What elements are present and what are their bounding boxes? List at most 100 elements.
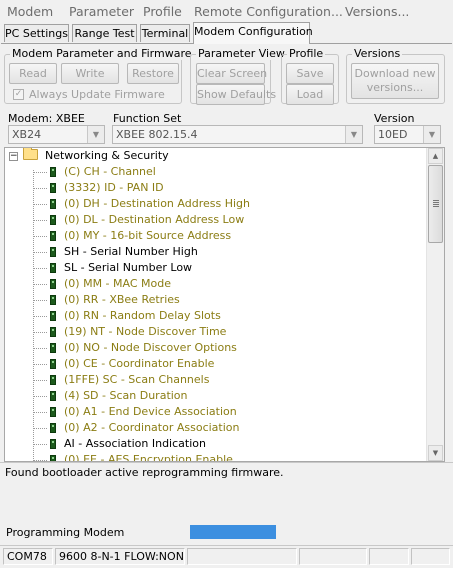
show-defaults-button[interactable]: Show Defaults bbox=[196, 84, 276, 105]
tree-param-item[interactable]: (0) A2 - Coordinator Association bbox=[5, 420, 425, 436]
tree-scrollbar[interactable]: ▲ ▼ bbox=[426, 148, 444, 461]
tree-param-item[interactable]: (19) NT - Node Discover Time bbox=[5, 324, 425, 340]
tab-terminal[interactable]: Terminal bbox=[140, 24, 190, 42]
parameter-icon bbox=[50, 439, 56, 449]
restore-button[interactable]: Restore bbox=[127, 63, 179, 84]
scroll-down-icon[interactable]: ▼ bbox=[428, 445, 443, 461]
version-select[interactable]: 10ED ▼ bbox=[374, 125, 441, 144]
tree-connector bbox=[34, 332, 48, 333]
parameter-icon bbox=[50, 295, 56, 305]
download-new-versions-button[interactable]: Download new versions... bbox=[351, 63, 439, 99]
scroll-thumb[interactable] bbox=[428, 165, 443, 243]
tree-param-item[interactable]: SH - Serial Number High bbox=[5, 244, 425, 260]
status-bar: COM78 9600 8-N-1 FLOW:NONE bbox=[0, 545, 453, 568]
tree-param-item[interactable]: (0) RN - Random Delay Slots bbox=[5, 308, 425, 324]
tree-param-item[interactable]: (3332) ID - PAN ID bbox=[5, 180, 425, 196]
tree-param-item[interactable]: (4) SD - Scan Duration bbox=[5, 388, 425, 404]
progress-label: Programming Modem bbox=[6, 526, 125, 539]
folder-icon bbox=[23, 148, 38, 160]
progress-bar bbox=[190, 525, 276, 539]
chevron-down-icon: ▼ bbox=[87, 126, 104, 143]
parameter-icon bbox=[50, 407, 56, 417]
parameter-icon bbox=[50, 455, 56, 461]
parameter-icon bbox=[50, 231, 56, 241]
tree-param-item[interactable]: (0) CE - Coordinator Enable bbox=[5, 356, 425, 372]
tree-root-label: Networking & Security bbox=[45, 149, 169, 162]
scroll-up-icon[interactable]: ▲ bbox=[428, 148, 443, 164]
menu-versions[interactable]: Versions... bbox=[345, 4, 409, 19]
parameter-icon bbox=[50, 375, 56, 385]
tree-param-item[interactable]: (0) DH - Destination Address High bbox=[5, 196, 425, 212]
tree-param-item[interactable]: (0) A1 - End Device Association bbox=[5, 404, 425, 420]
menu-remote-configuration[interactable]: Remote Configuration... bbox=[194, 4, 343, 19]
tree-param-label: (0) DH - Destination Address High bbox=[64, 197, 250, 210]
parameter-icon bbox=[50, 311, 56, 321]
tree-param-label: (0) EE - AES Encryption Enable bbox=[64, 453, 233, 462]
tree-connector bbox=[34, 204, 48, 205]
parameter-icon bbox=[50, 359, 56, 369]
tree-param-label: (0) RN - Random Delay Slots bbox=[64, 309, 221, 322]
profile-group: Profile Save Load bbox=[281, 47, 339, 105]
modem-select[interactable]: XB24 ▼ bbox=[8, 125, 105, 144]
tree-connector bbox=[34, 460, 48, 461]
parameter-icon bbox=[50, 199, 56, 209]
tab-pc-settings[interactable]: PC Settings bbox=[4, 24, 69, 42]
tree-param-item[interactable]: (0) MY - 16-bit Source Address bbox=[5, 228, 425, 244]
tab-modem-configuration[interactable]: Modem Configuration bbox=[193, 22, 313, 44]
read-button[interactable]: Read bbox=[9, 63, 57, 84]
write-button[interactable]: Write bbox=[61, 63, 119, 84]
tree-param-label: (0) RR - XBee Retries bbox=[64, 293, 180, 306]
chevron-down-icon: ▼ bbox=[423, 126, 440, 143]
menu-modem[interactable]: Modem bbox=[7, 4, 53, 19]
tree-param-label: (4) SD - Scan Duration bbox=[64, 389, 188, 402]
tree-param-item[interactable]: (0) RR - XBee Retries bbox=[5, 292, 425, 308]
tree-connector bbox=[34, 300, 48, 301]
menu-profile[interactable]: Profile bbox=[143, 4, 182, 19]
tree-connector bbox=[34, 268, 48, 269]
message-area: Found bootloader active reprogramming fi… bbox=[0, 462, 453, 546]
tree-connector bbox=[34, 444, 48, 445]
tree-connector bbox=[34, 364, 48, 365]
status-port: COM78 bbox=[3, 548, 53, 565]
modem-select-value: XB24 bbox=[12, 128, 42, 141]
tree-param-item[interactable]: AI - Association Indication bbox=[5, 436, 425, 452]
tree-param-label: (C) CH - Channel bbox=[64, 165, 156, 178]
tree-param-item[interactable]: (0) MM - MAC Mode bbox=[5, 276, 425, 292]
tree-param-label: (0) MM - MAC Mode bbox=[64, 277, 171, 290]
parameter-icon bbox=[50, 391, 56, 401]
parameter-icon bbox=[50, 247, 56, 257]
load-profile-button[interactable]: Load bbox=[286, 84, 334, 105]
tree-param-label: (0) A2 - Coordinator Association bbox=[64, 421, 240, 434]
always-update-firmware-label: Always Update Firmware bbox=[29, 88, 165, 101]
tree-param-label: (0) A1 - End Device Association bbox=[64, 405, 237, 418]
tree-param-item[interactable]: (0) DL - Destination Address Low bbox=[5, 212, 425, 228]
tree-param-item[interactable]: (0) EE - AES Encryption Enable bbox=[5, 452, 425, 462]
tree-param-item[interactable]: (C) CH - Channel bbox=[5, 164, 425, 180]
version-label: Version bbox=[374, 112, 415, 125]
function-set-select[interactable]: XBEE 802.15.4 ▼ bbox=[112, 125, 363, 144]
tree-param-item[interactable]: SL - Serial Number Low bbox=[5, 260, 425, 276]
clear-screen-button[interactable]: Clear Screen bbox=[196, 63, 267, 84]
tree-param-item[interactable]: (0) NO - Node Discover Options bbox=[5, 340, 425, 356]
always-update-firmware-checkbox[interactable]: ✓ bbox=[13, 89, 24, 100]
tree-connector bbox=[34, 188, 48, 189]
tree-param-label: (3332) ID - PAN ID bbox=[64, 181, 164, 194]
save-profile-button[interactable]: Save bbox=[286, 63, 334, 84]
profile-title: Profile bbox=[287, 47, 326, 60]
parameter-icon bbox=[50, 215, 56, 225]
parameter-icon bbox=[50, 263, 56, 273]
status-cell-6 bbox=[411, 548, 450, 565]
tree-param-item[interactable]: (1FFE) SC - Scan Channels bbox=[5, 372, 425, 388]
tree-connector bbox=[34, 172, 48, 173]
menu-parameter[interactable]: Parameter bbox=[69, 4, 134, 19]
collapse-icon[interactable]: − bbox=[9, 152, 18, 161]
tree-connector bbox=[34, 220, 48, 221]
menu-bar: Modem Parameter Profile Remote Configura… bbox=[0, 0, 453, 22]
parameter-view-title: Parameter View bbox=[196, 47, 287, 60]
tree-root-networking-security[interactable]: − Networking & Security bbox=[5, 148, 425, 164]
tab-range-test[interactable]: Range Test bbox=[72, 24, 137, 42]
status-cell-5 bbox=[369, 548, 409, 565]
parameter-tree[interactable]: − Networking & Security (C) CH - Channel… bbox=[4, 147, 445, 462]
status-cell-4 bbox=[299, 548, 367, 565]
tree-param-label: (1FFE) SC - Scan Channels bbox=[64, 373, 210, 386]
